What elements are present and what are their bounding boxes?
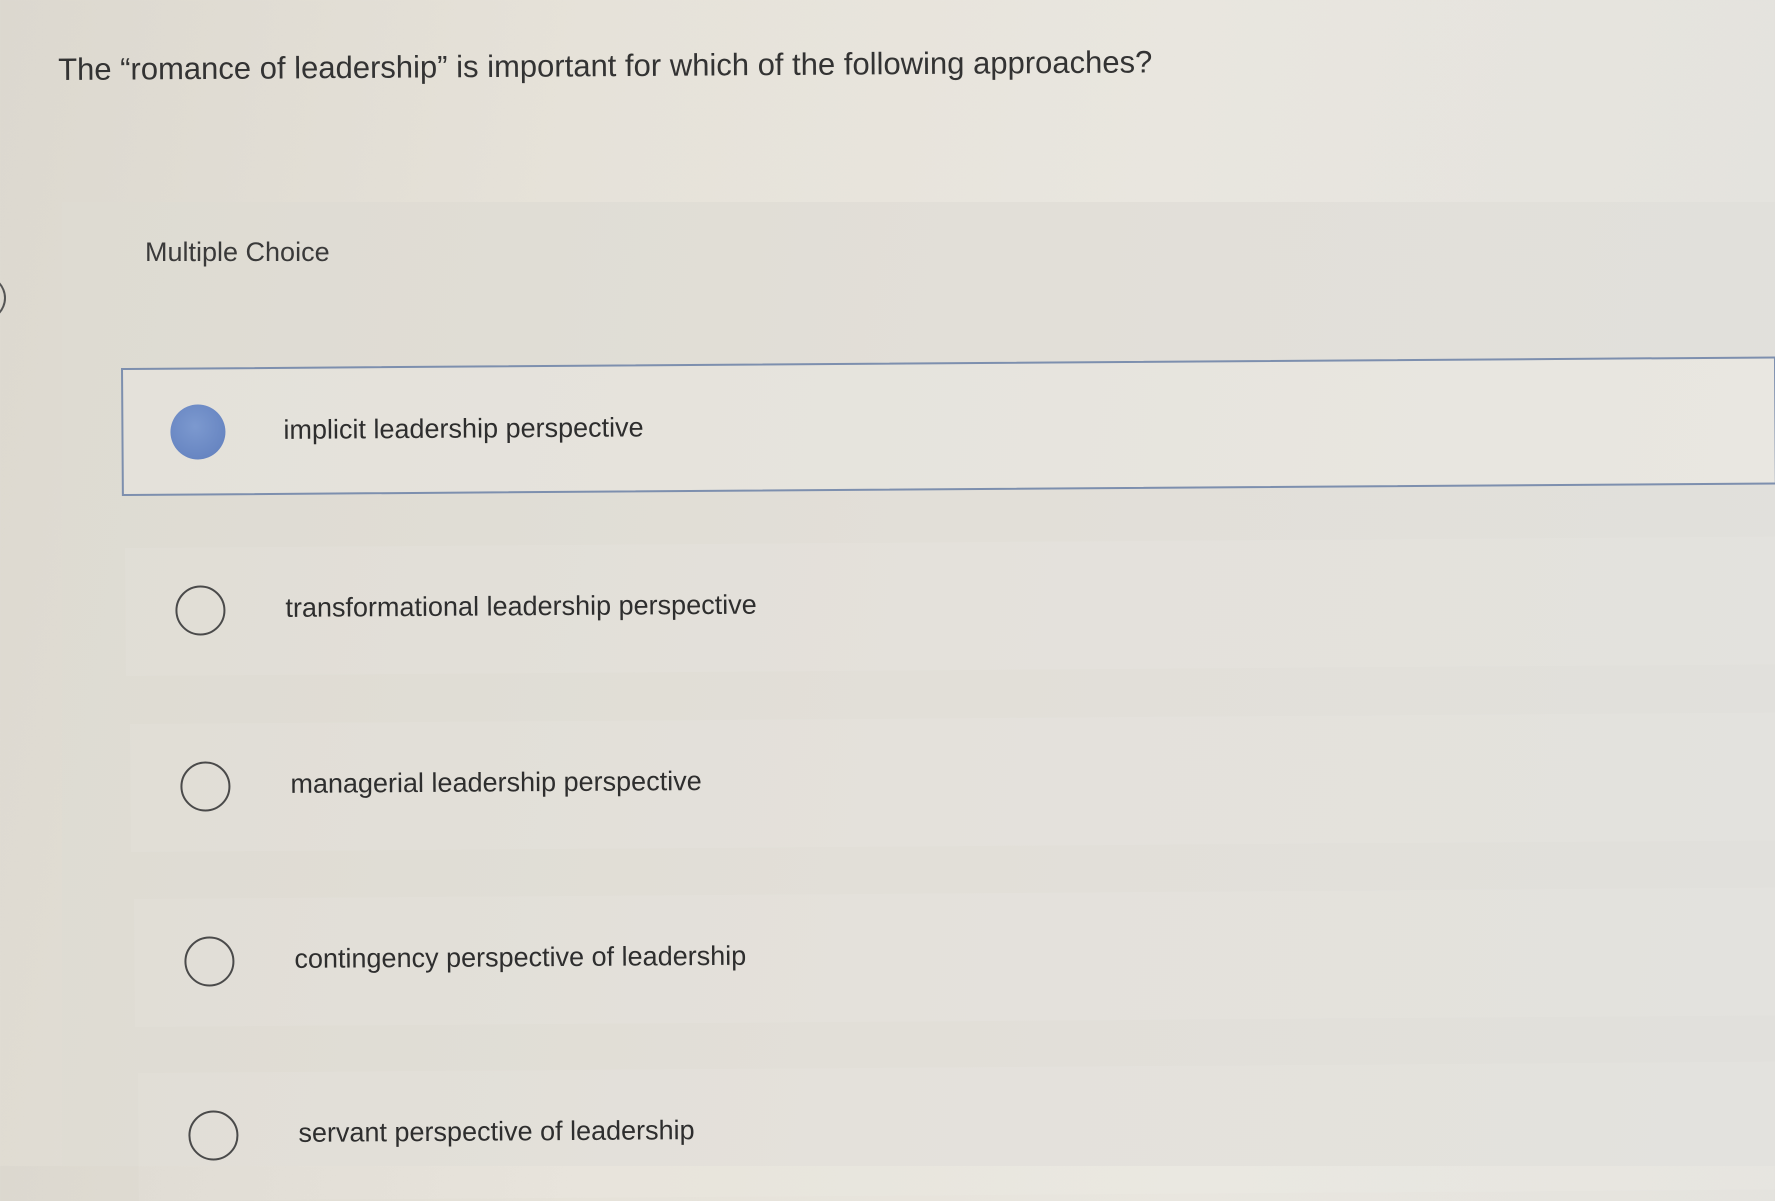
choice-option[interactable]: transformational leadership perspective (125, 536, 1775, 676)
radio-empty-icon[interactable] (175, 585, 226, 636)
choice-label: implicit leadership perspective (283, 412, 644, 445)
radio-empty-icon[interactable] (184, 936, 235, 987)
choice-label: managerial leadership perspective (290, 766, 702, 799)
choice-option[interactable]: managerial leadership perspective (130, 712, 1775, 852)
radio-empty-icon[interactable] (188, 1110, 239, 1161)
radio-selected-icon[interactable] (170, 404, 226, 460)
choice-option[interactable]: contingency perspective of leadership (134, 887, 1775, 1027)
choice-label: contingency perspective of leadership (294, 940, 747, 974)
choice-label: servant perspective of leadership (298, 1115, 695, 1148)
choice-option[interactable]: implicit leadership perspective (121, 356, 1775, 496)
choice-option[interactable]: servant perspective of leadership (138, 1061, 1775, 1201)
radio-empty-icon[interactable] (180, 761, 231, 812)
choice-label: transformational leadership perspective (285, 589, 757, 623)
choice-list: implicit leadership perspective transfor… (0, 0, 1775, 1201)
